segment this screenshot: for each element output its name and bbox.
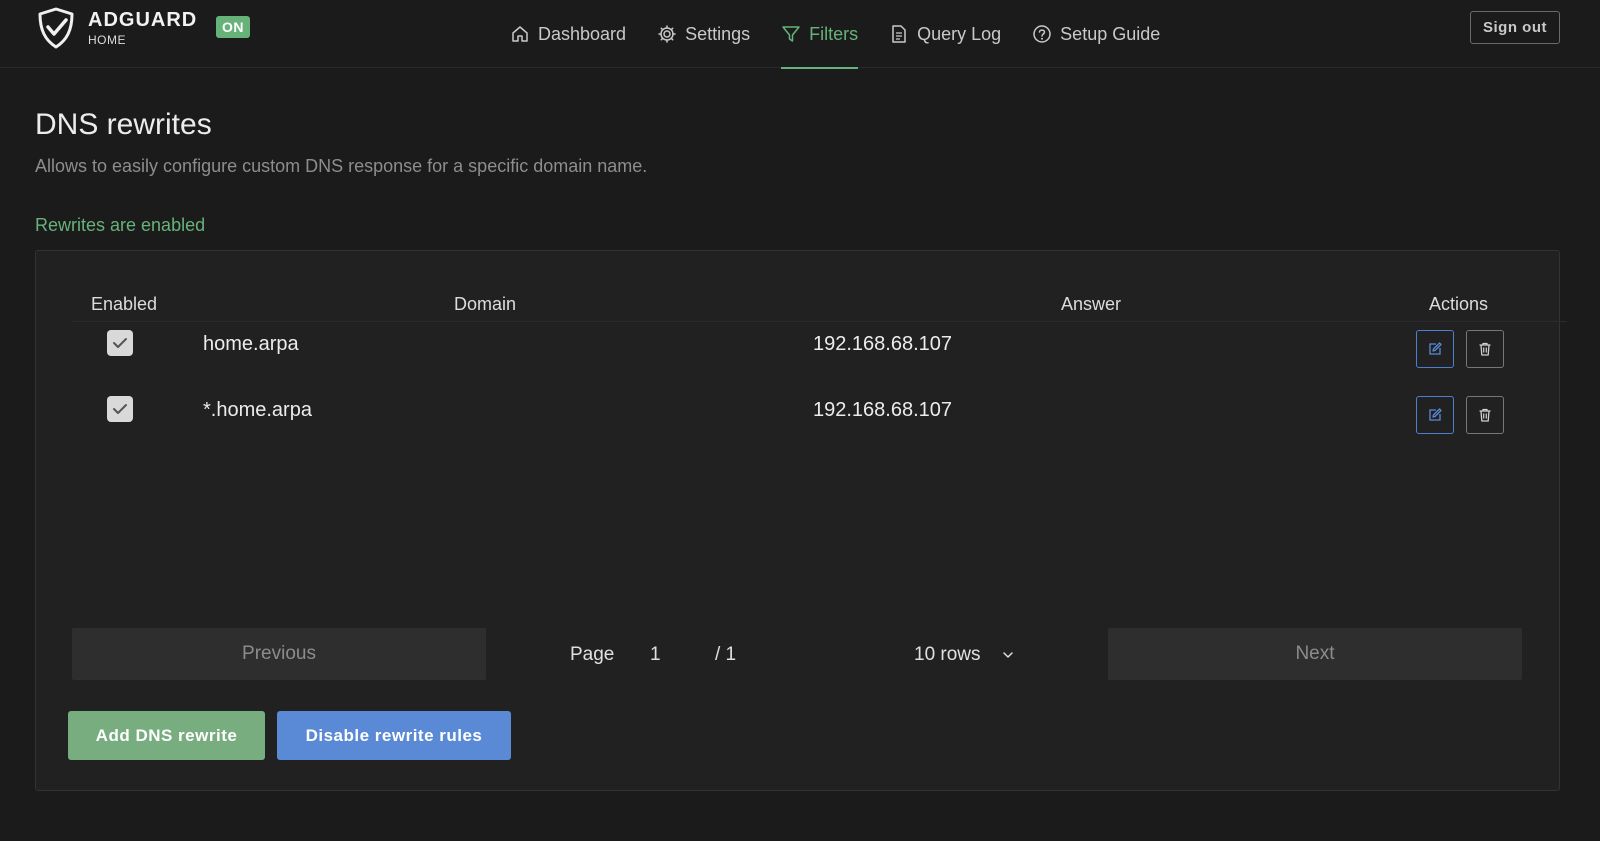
filter-icon [782, 26, 800, 42]
trash-icon [1479, 342, 1491, 356]
edit-icon [1429, 408, 1442, 421]
add-dns-rewrite-button[interactable]: Add DNS rewrite [68, 711, 265, 760]
enabled-checkbox[interactable] [107, 330, 133, 356]
brand-subtitle: HOME [88, 33, 126, 47]
nav-label: Dashboard [538, 23, 627, 44]
column-header-enabled[interactable]: Enabled [91, 294, 157, 315]
nav-item-dashboard[interactable]: Dashboard [510, 0, 626, 68]
checkmark-icon [113, 404, 127, 414]
rewrites-status-text: Rewrites are enabled [35, 215, 206, 235]
edit-button[interactable] [1416, 396, 1454, 434]
total-pages: / 1 [715, 644, 737, 665]
home-icon [512, 26, 528, 42]
document-icon [892, 25, 906, 43]
nav-label: Filters [809, 23, 859, 44]
edit-button[interactable] [1416, 330, 1454, 368]
rows-per-page-select[interactable]: 10 rows [914, 641, 1034, 669]
page-description: Allows to easily configure custom DNS re… [35, 156, 648, 176]
enabled-checkbox[interactable] [107, 396, 133, 422]
column-header-answer[interactable]: Answer [1061, 294, 1121, 315]
checkmark-icon [113, 338, 127, 348]
adguard-logo[interactable]: ADGUARD HOME [34, 6, 197, 50]
page-label: Page [570, 644, 615, 665]
question-circle-icon [1033, 25, 1051, 43]
protection-status-badge: ON [216, 16, 250, 38]
sign-out-button[interactable]: Sign out [1470, 11, 1560, 44]
previous-page-button[interactable]: Previous [72, 628, 486, 680]
domain-cell: home.arpa [203, 333, 299, 355]
disable-rewrite-rules-button[interactable]: Disable rewrite rules [277, 711, 511, 760]
rows-per-page-value: 10 rows [914, 644, 981, 665]
gear-icon [658, 25, 676, 43]
trash-icon [1479, 408, 1491, 422]
delete-button[interactable] [1466, 330, 1504, 368]
nav-label: Query Log [917, 23, 1002, 44]
rewrites-card: Enabled Domain Answer Actions home.arpa … [35, 250, 1567, 791]
nav-item-setup-guide[interactable]: Setup Guide [1032, 0, 1160, 68]
column-header-domain[interactable]: Domain [454, 294, 516, 315]
answer-cell: 192.168.68.107 [813, 399, 953, 421]
brand-title: ADGUARD [88, 9, 198, 31]
header-divider [71, 321, 1567, 322]
delete-button[interactable] [1466, 396, 1504, 434]
nav-item-settings[interactable]: Settings [657, 0, 750, 68]
shield-check-icon [38, 7, 74, 49]
nav-item-query-log[interactable]: Query Log [889, 0, 1001, 68]
page-title: DNS rewrites [35, 108, 212, 141]
chevron-down-icon [1002, 652, 1013, 658]
main-nav: Dashboard Settings Filters Query Log Set… [510, 0, 1191, 69]
page-number-input[interactable]: 1 [650, 644, 661, 666]
top-header: ADGUARD HOME ON Dashboard Settings Filte… [0, 0, 1600, 69]
nav-label: Settings [685, 23, 751, 44]
next-page-button[interactable]: Next [1108, 628, 1522, 680]
nav-label: Setup Guide [1060, 23, 1161, 44]
answer-cell: 192.168.68.107 [813, 333, 953, 355]
edit-icon [1429, 342, 1442, 355]
nav-item-filters[interactable]: Filters [781, 0, 859, 69]
domain-cell: *.home.arpa [203, 399, 312, 421]
column-header-actions: Actions [1429, 294, 1489, 314]
